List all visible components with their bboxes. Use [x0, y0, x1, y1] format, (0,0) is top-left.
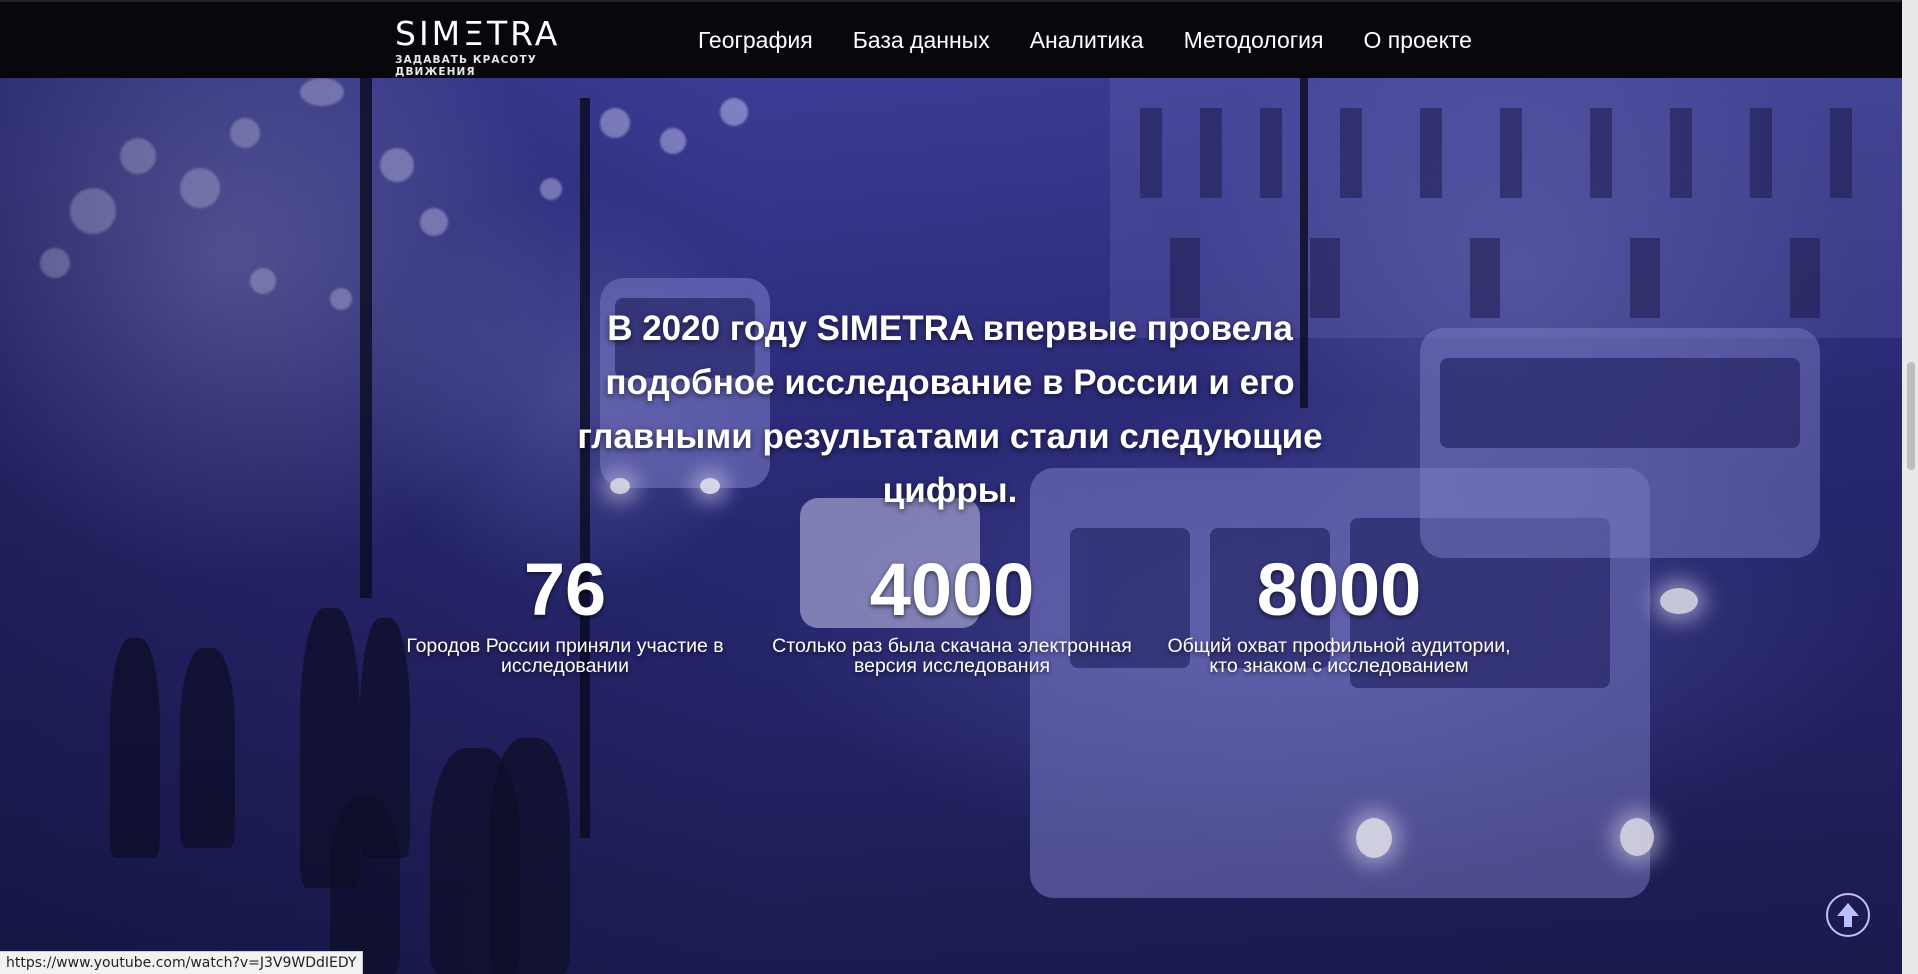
- logo-wordmark: SIMΞTRA: [395, 14, 561, 53]
- nav-methodology[interactable]: Методология: [1184, 24, 1324, 56]
- stat-cities: 76 Городов России приняли участие в иссл…: [385, 548, 745, 677]
- nav-geography[interactable]: География: [698, 24, 813, 56]
- scroll-top-button[interactable]: [1826, 893, 1870, 937]
- stat-audience: 8000 Общий охват профильной аудитории, к…: [1159, 548, 1519, 677]
- stat-value: 76: [523, 548, 607, 631]
- logo-tagline: ЗАДАВАТЬ КРАСОТУ ДВИЖЕНИЯ: [395, 54, 537, 78]
- hero-background: [0, 78, 1902, 974]
- simetra-logo[interactable]: SIMΞTRA ЗАДАВАТЬ КРАСОТУ ДВИЖЕНИЯ: [395, 14, 595, 79]
- site-header: SIMΞTRA ЗАДАВАТЬ КРАСОТУ ДВИЖЕНИЯ Геогра…: [0, 0, 1902, 78]
- nav-about[interactable]: О проекте: [1363, 24, 1472, 56]
- scrollbar-thumb[interactable]: [1907, 362, 1915, 470]
- stat-downloads: 4000 Столько раз была скачана электронна…: [772, 548, 1132, 677]
- main-nav: География База данных Аналитика Методоло…: [698, 24, 1512, 56]
- hero-headline: В 2020 году SIMETRA впервые провела подо…: [577, 309, 1323, 510]
- nav-database[interactable]: База данных: [853, 24, 990, 56]
- page-scrollbar[interactable]: [1902, 0, 1918, 974]
- arrow-up-circle-icon: [1837, 903, 1859, 927]
- stat-label: Столько раз была скачана электронная вер…: [772, 635, 1132, 677]
- stat-value: 8000: [1256, 548, 1422, 631]
- stat-label: Городов России приняли участие в исследо…: [406, 635, 724, 677]
- link-preview-url: https://www.youtube.com/watch?v=J3V9WDdI…: [0, 951, 364, 974]
- stat-label: Общий охват профильной аудитории, кто зн…: [1167, 635, 1511, 677]
- stat-value: 4000: [869, 548, 1035, 631]
- nav-analytics[interactable]: Аналитика: [1030, 24, 1144, 56]
